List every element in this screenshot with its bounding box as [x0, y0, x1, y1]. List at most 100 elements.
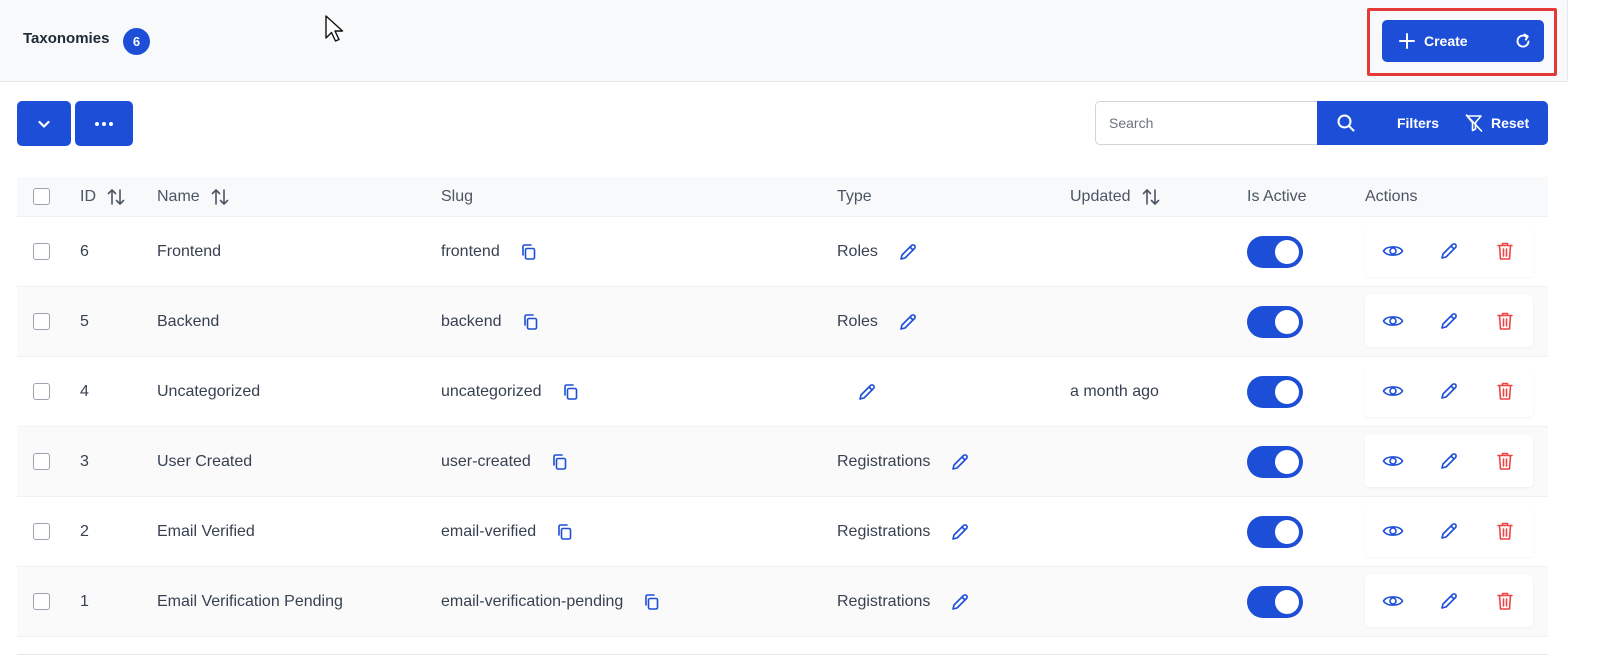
chevron-down-icon — [38, 120, 50, 128]
row-checkbox[interactable] — [33, 383, 50, 400]
column-header-id-label: ID — [80, 187, 96, 205]
delete-icon[interactable] — [1477, 435, 1533, 487]
view-icon[interactable] — [1365, 365, 1421, 417]
cell-slug: uncategorized — [441, 357, 580, 426]
is-active-toggle[interactable] — [1247, 515, 1303, 548]
mouse-cursor-icon — [325, 15, 344, 42]
copy-icon[interactable] — [562, 383, 580, 401]
copy-icon[interactable] — [556, 523, 574, 541]
column-header-type: Type — [837, 187, 872, 205]
delete-icon[interactable] — [1477, 575, 1533, 627]
row-actions — [1365, 295, 1533, 347]
search-button[interactable] — [1317, 101, 1375, 145]
cell-updated: a month ago — [1070, 382, 1159, 400]
table-row: 1 Email Verification Pending email-verific… — [17, 567, 1548, 637]
edit-type-icon[interactable] — [950, 592, 970, 612]
type-text: Registrations — [837, 452, 931, 470]
view-icon[interactable] — [1365, 575, 1421, 627]
row-actions — [1365, 225, 1533, 277]
cell-name: Uncategorized — [157, 382, 261, 400]
is-active-toggle[interactable] — [1247, 235, 1303, 268]
reset-filters-button[interactable]: Reset — [1461, 101, 1548, 145]
row-checkbox[interactable] — [33, 243, 50, 260]
cell-type: Registrations — [837, 427, 970, 496]
slug-text: user-created — [441, 452, 531, 470]
cell-slug: backend — [441, 287, 540, 356]
table-header: ID Name Slug Type Updated Is Active Acti… — [17, 177, 1548, 217]
copy-icon[interactable] — [520, 243, 538, 261]
edit-icon[interactable] — [1421, 365, 1477, 417]
refresh-button[interactable] — [1502, 20, 1544, 62]
edit-type-icon[interactable] — [898, 242, 918, 262]
copy-icon[interactable] — [551, 453, 569, 471]
more-options-button[interactable] — [75, 101, 133, 146]
table-row: 6 Frontend frontend Roles — [17, 217, 1548, 287]
delete-icon[interactable] — [1477, 505, 1533, 557]
row-checkbox[interactable] — [33, 453, 50, 470]
slug-text: frontend — [441, 242, 500, 260]
row-checkbox[interactable] — [33, 523, 50, 540]
delete-icon[interactable] — [1477, 365, 1533, 417]
create-button[interactable]: Create — [1382, 20, 1502, 62]
view-icon[interactable] — [1365, 505, 1421, 557]
column-header-slug: Slug — [441, 187, 474, 205]
column-header-actions: Actions — [1365, 187, 1418, 205]
table-row: 2 Email Verified email-verified Registratio… — [17, 497, 1548, 567]
sort-icon — [211, 188, 228, 205]
taxonomies-table: ID Name Slug Type Updated Is Active Acti… — [17, 177, 1548, 637]
type-text: Roles — [837, 242, 878, 260]
filters-button-label: Filters — [1396, 115, 1439, 131]
view-icon[interactable] — [1365, 225, 1421, 277]
cell-id: 2 — [80, 522, 89, 540]
cell-id: 6 — [80, 242, 89, 260]
search-input[interactable] — [1095, 101, 1317, 145]
edit-type-icon[interactable] — [950, 452, 970, 472]
cell-name: Email Verified — [157, 522, 255, 540]
row-checkbox[interactable] — [33, 593, 50, 610]
cell-slug: user-created — [441, 427, 569, 496]
sort-icon — [107, 188, 125, 205]
column-header-id[interactable]: ID — [80, 177, 126, 216]
type-text: Registrations — [837, 522, 931, 540]
view-icon[interactable] — [1365, 435, 1421, 487]
cell-slug: email-verification-pending — [441, 567, 661, 636]
type-text: Roles — [837, 312, 878, 330]
select-all-checkbox[interactable] — [33, 188, 50, 205]
edit-type-icon[interactable] — [857, 382, 877, 402]
edit-icon[interactable] — [1421, 225, 1477, 277]
filters-button[interactable]: Filters — [1375, 101, 1461, 145]
create-button-label: Create — [1424, 33, 1468, 49]
edit-icon[interactable] — [1421, 505, 1477, 557]
edit-type-icon[interactable] — [950, 522, 970, 542]
is-active-toggle[interactable] — [1247, 445, 1303, 478]
copy-icon[interactable] — [643, 593, 661, 611]
slug-text: uncategorized — [441, 382, 542, 400]
cell-type: Roles — [837, 217, 918, 286]
search-actions-group: Filters Reset — [1317, 101, 1548, 145]
page-title: Taxonomies — [23, 30, 110, 47]
column-header-name[interactable]: Name — [157, 177, 230, 216]
is-active-toggle[interactable] — [1247, 305, 1303, 338]
edit-icon[interactable] — [1421, 435, 1477, 487]
table-body: 6 Frontend frontend Roles 5 Backend backend Rol… — [17, 217, 1548, 637]
is-active-toggle[interactable] — [1247, 375, 1303, 408]
is-active-toggle[interactable] — [1247, 585, 1303, 618]
table-row: 3 User Created user-created Registrations — [17, 427, 1548, 497]
cell-slug: email-verified — [441, 497, 574, 566]
edit-icon[interactable] — [1421, 295, 1477, 347]
delete-icon[interactable] — [1477, 295, 1533, 347]
bulk-actions-dropdown-button[interactable] — [17, 101, 71, 146]
edit-type-icon[interactable] — [898, 312, 918, 332]
table-row: 4 Uncategorized uncategorized a month ago — [17, 357, 1548, 427]
plus-icon — [1399, 33, 1415, 49]
row-checkbox[interactable] — [33, 313, 50, 330]
view-icon[interactable] — [1365, 295, 1421, 347]
cell-type: Registrations — [837, 497, 970, 566]
column-header-updated[interactable]: Updated — [1070, 177, 1161, 216]
copy-icon[interactable] — [522, 313, 540, 331]
edit-icon[interactable] — [1421, 575, 1477, 627]
cell-name: Email Verification Pending — [157, 592, 343, 610]
column-header-name-label: Name — [157, 187, 200, 205]
filter-off-icon — [1465, 114, 1483, 132]
delete-icon[interactable] — [1477, 225, 1533, 277]
